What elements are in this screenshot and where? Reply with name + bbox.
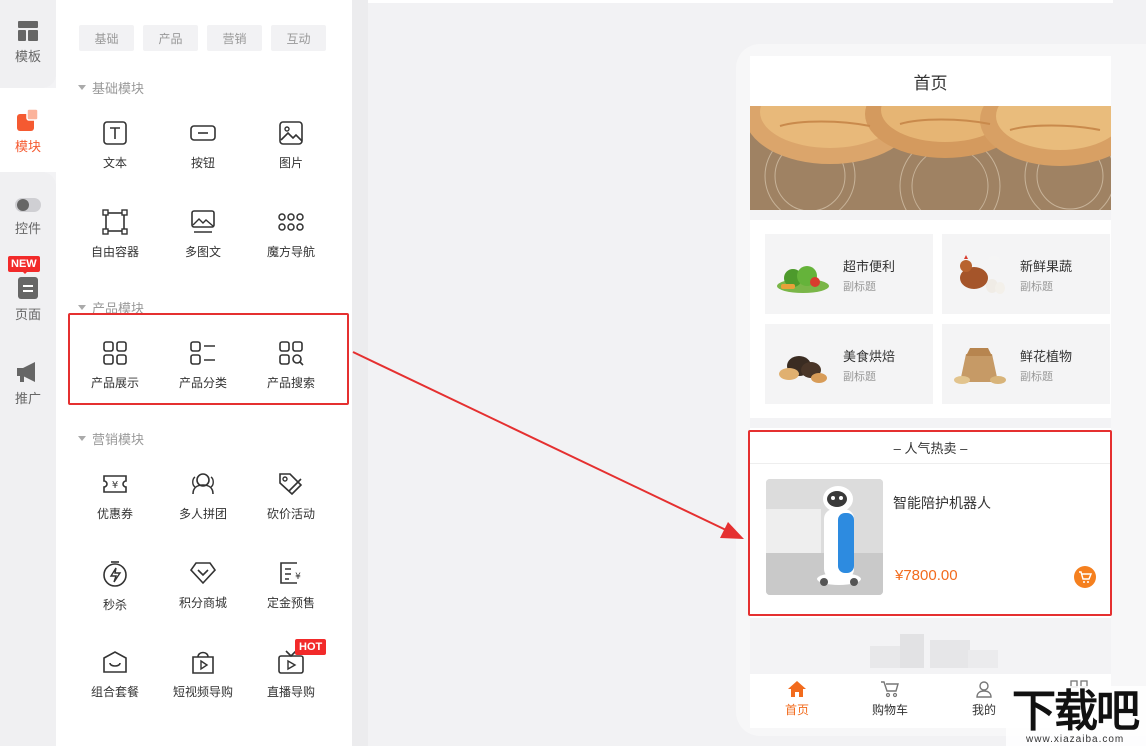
- banner-image[interactable]: [750, 106, 1111, 210]
- module-tabs: 基础 产品 营销 互动: [79, 25, 326, 51]
- text-icon: [103, 121, 127, 145]
- caret-down-icon: [78, 436, 86, 441]
- module-multi-image-text[interactable]: 多图文: [163, 199, 243, 279]
- caret-down-icon: [78, 85, 86, 90]
- left-rail: 模板 模块 控件 NEW 页面 推广: [0, 0, 56, 746]
- watermark-url: www.xiazaiba.com: [1026, 734, 1125, 745]
- phone-screen: 首页 超市便利 副标题 新鲜果蔬 副标题 美食烘焙 副标题 鲜花植物 副标题 –…: [750, 56, 1111, 728]
- rail-item-label: 控件: [14, 221, 41, 236]
- grid-dots-icon: [278, 213, 304, 231]
- section-title-marketing[interactable]: 营销模块: [78, 429, 144, 448]
- module-magic-nav[interactable]: 魔方导航: [251, 199, 331, 279]
- rail-item-label: 模块: [14, 139, 41, 154]
- annotation-box-product-modules: [68, 313, 349, 405]
- section-title-basic[interactable]: 基础模块: [78, 78, 144, 97]
- grain-sack-image: [954, 348, 1006, 384]
- rail-item-template[interactable]: 模板: [0, 20, 56, 65]
- megaphone-icon: [17, 362, 35, 382]
- bread-illustration: [750, 106, 1111, 210]
- presale-icon: ¥: [280, 562, 301, 584]
- user-icon: [976, 681, 992, 698]
- annotation-box-hot-section: [748, 430, 1112, 616]
- combo-bag-icon: [103, 651, 127, 673]
- free-container-icon: [102, 209, 128, 235]
- module-group-buy[interactable]: 多人拼团: [163, 461, 243, 541]
- new-badge: NEW: [8, 256, 40, 274]
- module-combo[interactable]: 组合套餐: [75, 639, 155, 719]
- rail-item-label: 推广: [14, 391, 41, 406]
- chicken-image: [960, 255, 1005, 294]
- cart-icon: [881, 681, 899, 698]
- flash-timer-icon: [103, 561, 127, 587]
- watermark-logo: 下载吧: [1012, 686, 1140, 737]
- rail-item-page[interactable]: 页面: [0, 276, 56, 323]
- caret-down-icon: [78, 305, 86, 310]
- canvas-top-bar: [368, 0, 1113, 3]
- multi-image-text-icon: [191, 210, 215, 233]
- category-grid: 超市便利 副标题 新鲜果蔬 副标题 美食烘焙 副标题 鲜花植物 副标题: [750, 220, 1111, 418]
- tab-basic[interactable]: 基础: [79, 25, 134, 51]
- module-bargain[interactable]: 砍价活动: [251, 461, 331, 541]
- canvas-scroll-strip: [352, 0, 368, 746]
- section-title-text: 营销模块: [92, 432, 145, 447]
- module-points-mall[interactable]: 积分商城: [163, 550, 243, 630]
- hot-badge: HOT: [295, 639, 327, 655]
- category-card-supermarket[interactable]: 超市便利 副标题: [765, 234, 933, 314]
- rail-item-label: 模板: [14, 49, 41, 64]
- rail-item-promote[interactable]: 推广: [0, 360, 56, 407]
- category-card-fresh-produce[interactable]: 新鲜果蔬 副标题: [942, 234, 1110, 314]
- module-coupon[interactable]: ¥ 优惠券: [75, 461, 155, 541]
- svg-text:¥: ¥: [112, 480, 118, 491]
- tab-cart[interactable]: 购物车: [855, 680, 925, 718]
- category-card-bakery[interactable]: 美食烘焙 副标题: [765, 324, 933, 404]
- section-title-text: 基础模块: [92, 81, 145, 96]
- module-button[interactable]: 按钮: [163, 110, 243, 190]
- module-text[interactable]: 文本: [75, 110, 155, 190]
- watermark: 下载吧 www.xiazaiba.com: [1006, 686, 1146, 746]
- diamond-icon: [189, 562, 217, 585]
- category-card-flowers[interactable]: 鲜花植物 副标题: [942, 324, 1110, 404]
- module-presale[interactable]: ¥ 定金预售: [251, 550, 331, 630]
- group-buy-icon: [192, 473, 214, 495]
- module-flash-sale[interactable]: 秒杀: [75, 550, 155, 630]
- module-short-video[interactable]: 短视频导购: [163, 639, 243, 719]
- mushroom-image: [779, 356, 827, 383]
- page-title: 首页: [750, 56, 1111, 106]
- module-image[interactable]: 图片: [251, 110, 331, 190]
- coupon-icon: ¥: [103, 475, 127, 493]
- rail-item-control[interactable]: 控件: [0, 196, 56, 237]
- image-icon: [279, 121, 303, 145]
- vegetables-image: [777, 266, 829, 293]
- toggle-icon: [15, 198, 41, 212]
- tab-product[interactable]: 产品: [143, 25, 198, 51]
- module-icon: [17, 108, 39, 131]
- rail-item-label: 页面: [14, 307, 41, 322]
- rail-item-module[interactable]: 模块: [0, 88, 56, 172]
- blurred-placeholder: [870, 634, 998, 668]
- page-icon: [18, 277, 38, 299]
- video-bag-icon: [192, 651, 214, 674]
- tag-cut-icon: [279, 473, 303, 496]
- svg-text:¥: ¥: [295, 572, 301, 582]
- template-icon: [18, 21, 38, 41]
- button-icon: [190, 125, 216, 141]
- tab-interaction[interactable]: 互动: [271, 25, 326, 51]
- tab-home[interactable]: 首页: [762, 680, 832, 718]
- home-icon: [788, 681, 806, 697]
- tab-marketing[interactable]: 营销: [207, 25, 262, 51]
- module-free-container[interactable]: 自由容器: [75, 199, 155, 279]
